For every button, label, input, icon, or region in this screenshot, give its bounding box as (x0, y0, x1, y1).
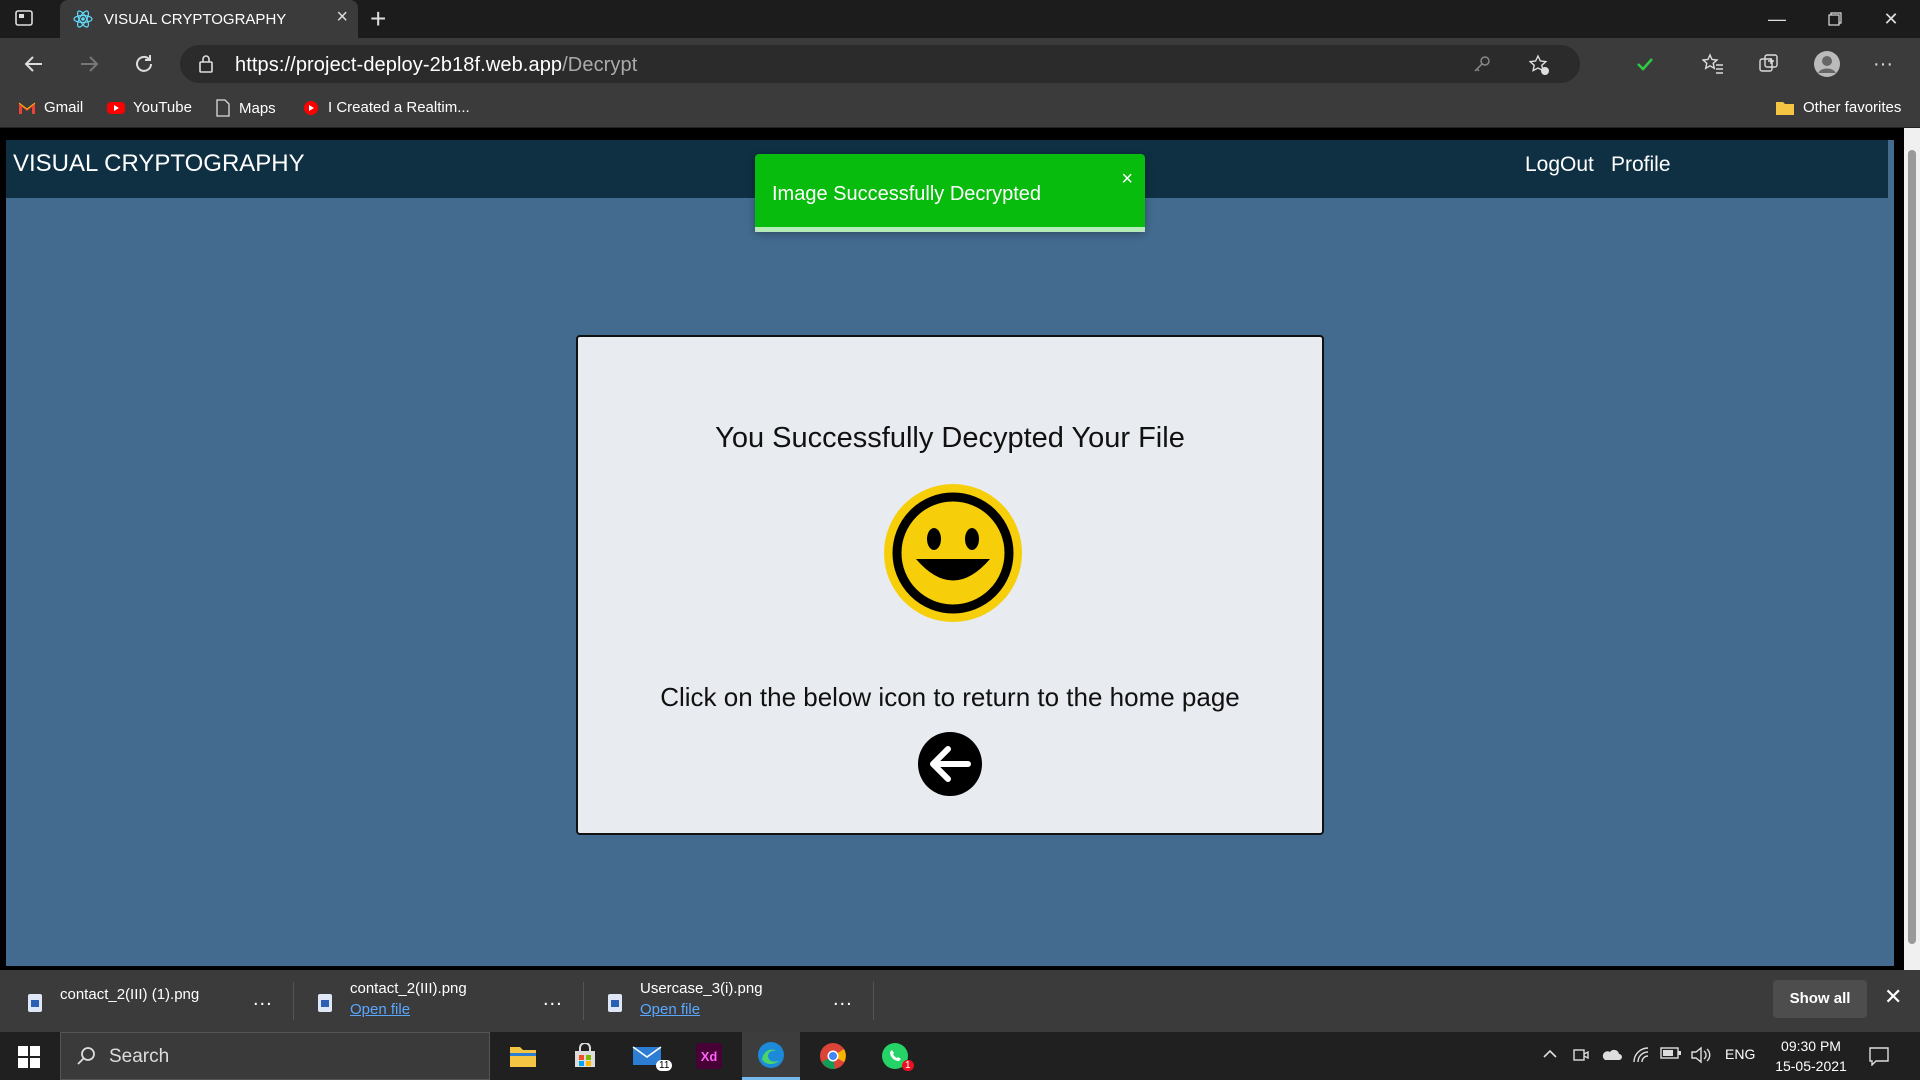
language-indicator[interactable]: ENG (1725, 1046, 1755, 1062)
folder-icon (1776, 101, 1794, 115)
close-window-icon[interactable]: ✕ (1862, 0, 1920, 38)
file-explorer-icon[interactable] (494, 1032, 552, 1080)
bookmark-maps[interactable]: Maps (215, 99, 276, 117)
download-item[interactable]: contact_2(III).png Open file ... (318, 980, 568, 1024)
result-card: You Successfully Decypted Your File Clic… (576, 335, 1324, 835)
more-options-icon[interactable]: ... (253, 988, 273, 1011)
download-filename[interactable]: Usercase_3(i).png (640, 980, 763, 997)
image-file-icon (318, 994, 332, 1012)
toast-progress-bar (755, 227, 1145, 232)
profile-link[interactable]: Profile (1611, 153, 1671, 177)
mail-badge: 11 (656, 1060, 673, 1071)
windows-start-icon[interactable] (18, 1046, 40, 1073)
toast-close-icon[interactable]: × (1121, 168, 1133, 191)
whatsapp-icon[interactable]: 1 (866, 1032, 924, 1080)
volume-icon[interactable] (1690, 1046, 1712, 1067)
clock-date: 15-05-2021 (1775, 1058, 1847, 1074)
mail-icon[interactable]: 11 (618, 1032, 676, 1080)
download-filename[interactable]: contact_2(III).png (350, 980, 467, 997)
open-file-link[interactable]: Open file (350, 1001, 410, 1018)
youtube-icon (304, 100, 318, 115)
profile-avatar-icon[interactable] (1810, 48, 1844, 80)
back-home-icon[interactable] (918, 732, 982, 801)
key-icon[interactable] (1472, 54, 1492, 79)
smiley-face-icon (884, 484, 1022, 627)
divider (583, 982, 584, 1020)
vertical-scrollbar[interactable] (1904, 128, 1920, 970)
search-icon (75, 1045, 97, 1072)
divider (873, 982, 874, 1020)
browser-tab[interactable]: VISUAL CRYPTOGRAPHY × (60, 0, 358, 38)
bookmarks-bar: Gmail YouTube Maps I Created a Realtim..… (0, 90, 1920, 128)
taskbar-search[interactable]: Search (60, 1032, 490, 1080)
brand-title[interactable]: VISUAL CRYPTOGRAPHY (13, 150, 305, 178)
more-options-icon[interactable]: ... (833, 988, 853, 1011)
react-logo-icon (72, 9, 94, 29)
success-toast: Image Successfully Decrypted × (755, 154, 1145, 232)
lock-icon[interactable] (198, 54, 214, 79)
chevron-up-icon[interactable] (1542, 1046, 1558, 1065)
tab-title: VISUAL CRYPTOGRAPHY (104, 11, 287, 28)
search-placeholder: Search (109, 1046, 170, 1067)
clock-time: 09:30 PM (1781, 1038, 1841, 1054)
download-item[interactable]: contact_2(III) (1).png ... (28, 980, 278, 1024)
youtube-icon (107, 101, 125, 114)
edge-browser-icon[interactable] (742, 1032, 800, 1080)
whatsapp-badge: 1 (902, 1060, 914, 1071)
battery-icon[interactable] (1660, 1046, 1682, 1063)
windows-taskbar: Search 11 Xd 1 ENG 09:30 PM 15-05-2021 (0, 1032, 1920, 1080)
return-hint: Click on the below icon to return to the… (660, 682, 1240, 712)
scrollbar-thumb[interactable] (1908, 150, 1916, 944)
toast-message: Image Successfully Decrypted (772, 183, 1042, 205)
collections-icon[interactable] (1752, 48, 1786, 80)
restore-icon[interactable] (1806, 0, 1864, 38)
new-tab-icon[interactable]: + (370, 3, 386, 35)
url-text[interactable]: https://project-deploy-2b18f.web.app/Dec… (235, 54, 637, 77)
more-options-icon[interactable]: ... (543, 988, 563, 1011)
settings-more-icon[interactable]: ··· (1866, 48, 1900, 80)
open-file-link[interactable]: Open file (640, 1001, 700, 1018)
refresh-icon[interactable] (126, 48, 162, 80)
bookmark-realtime[interactable]: I Created a Realtim... (302, 99, 470, 116)
onedrive-icon[interactable] (1600, 1046, 1622, 1065)
other-favorites[interactable]: Other favorites (1775, 99, 1901, 116)
download-filename[interactable]: contact_2(III) (1).png (60, 986, 199, 1003)
divider (293, 982, 294, 1020)
minimize-icon[interactable]: — (1748, 0, 1806, 38)
system-clock[interactable]: 09:30 PM 15-05-2021 (1766, 1036, 1856, 1076)
tab-actions-icon[interactable] (14, 8, 44, 30)
favorites-icon[interactable] (1696, 48, 1730, 80)
logout-link[interactable]: LogOut (1525, 153, 1594, 177)
image-file-icon (608, 994, 622, 1012)
bookmark-gmail[interactable]: Gmail (18, 99, 83, 116)
address-bar[interactable]: https://project-deploy-2b18f.web.app/Dec… (180, 45, 1580, 83)
favorite-add-icon[interactable] (1528, 54, 1550, 81)
downloads-bar: contact_2(III) (1).png ... contact_2(III… (0, 970, 1920, 1032)
browser-titlebar: VISUAL CRYPTOGRAPHY × + — ✕ (0, 0, 1920, 38)
download-item[interactable]: Usercase_3(i).png Open file ... (608, 980, 858, 1024)
svg-text:Xd: Xd (701, 1049, 718, 1064)
meet-now-icon[interactable] (1572, 1046, 1590, 1067)
page-icon (216, 99, 230, 117)
microsoft-store-icon[interactable] (556, 1032, 614, 1080)
adobe-xd-icon[interactable]: Xd (680, 1032, 738, 1080)
forward-icon[interactable] (71, 48, 107, 80)
close-downloads-icon[interactable]: ✕ (1884, 984, 1902, 1010)
back-icon[interactable] (16, 48, 52, 80)
image-file-icon (28, 994, 42, 1012)
gmail-icon (18, 102, 36, 114)
close-tab-icon[interactable]: × (336, 6, 348, 29)
browser-toolbar: https://project-deploy-2b18f.web.app/Dec… (0, 38, 1920, 90)
show-all-button[interactable]: Show all (1773, 980, 1867, 1018)
extension-check-icon[interactable] (1628, 48, 1662, 80)
wifi-icon[interactable] (1632, 1046, 1652, 1067)
chrome-icon[interactable] (804, 1032, 862, 1080)
success-message: You Successfully Decypted Your File (715, 422, 1185, 454)
notification-center-icon[interactable] (1868, 1046, 1890, 1069)
bookmark-youtube[interactable]: YouTube (107, 99, 192, 116)
